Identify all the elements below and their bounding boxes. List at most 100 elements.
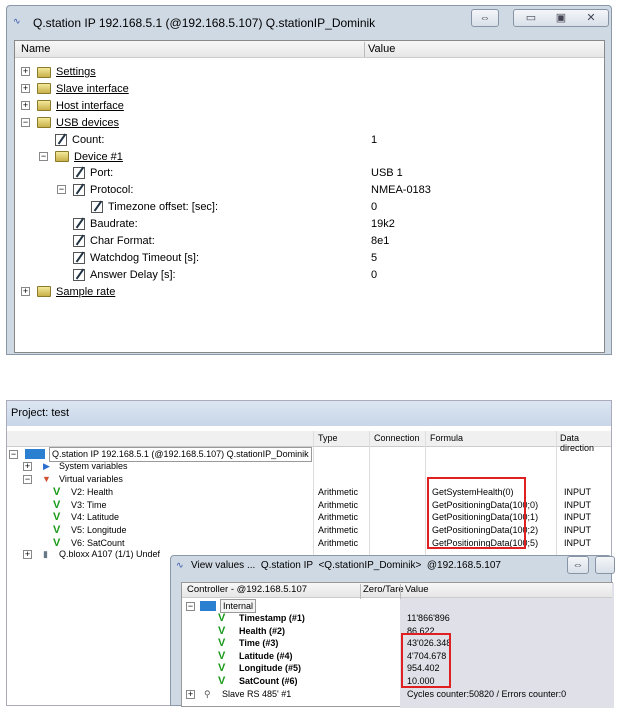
row-label[interactable]: Host interface [56,100,124,112]
row-value: 8e1 [371,235,390,247]
row-label: Count: [72,133,105,146]
project-header: Type Connection Formula Data direction [7,431,611,453]
close-button[interactable]: ✕ [576,10,606,26]
folder-icon [37,100,51,112]
expand-icon[interactable]: + [21,83,30,93]
expand-icon[interactable]: + [21,286,30,296]
row-label: Answer Delay [s]: [90,268,176,281]
tree-row-baudrate[interactable]: Baudrate: 19k2 [15,216,604,232]
header-zero-tare[interactable]: Zero/Tare [363,584,404,595]
row-value: USB 1 [371,167,403,180]
tree-row-host-interface[interactable]: + Host interface [15,98,604,114]
property-icon [73,167,85,180]
header-formula[interactable]: Formula [430,433,463,443]
tree-row-device-1[interactable]: − Device #1 [15,149,604,165]
header-data-direction[interactable]: Data direction [560,433,611,453]
property-icon [55,133,67,146]
module-icon: ▮ [43,549,48,559]
tree-row-slave[interactable]: + ⚲ Slave RS 485' #1 Cycles counter:50820 /… [186,686,612,702]
row-label: Protocol: [90,184,134,197]
header-type[interactable]: Type [318,433,338,443]
dock-button[interactable]: ⇔ [567,556,589,574]
expand-icon[interactable]: + [186,690,195,699]
values-title: View values ... Q.station IP <Q.stationI… [191,560,501,571]
tree-row-port[interactable]: Port: USB 1 [15,165,604,181]
row-value: 1 [371,133,378,146]
device-icon [25,449,45,459]
tree-row-settings[interactable]: + Settings [15,64,604,80]
row-label: Port: [90,167,114,180]
tree-row-sample-rate[interactable]: + Sample rate [15,284,604,300]
folder-icon [55,151,69,163]
dock-button[interactable]: ⇔ [471,9,499,27]
row-value: NMEA-0183 [371,184,431,197]
maximize-button[interactable]: ▣ [546,10,576,26]
app-icon: ∿ [13,16,21,26]
row-label: Char Format: [90,235,155,247]
values-tree: Controller - @192.168.5.107 Zero/Tare Va… [181,582,614,708]
app-icon: ∿ [176,560,184,570]
minimize-button[interactable]: ▭ [516,10,546,26]
device-label: Q.bloxx A107 (1/1) Undef [59,549,161,559]
folder-icon [37,117,51,129]
expand-icon[interactable]: + [23,550,32,559]
property-icon [73,268,85,281]
header-controller[interactable]: Controller - @192.168.5.107 [187,584,307,595]
collapse-icon[interactable]: − [9,450,18,459]
header-value[interactable]: Value [368,43,395,55]
tree-row-slave-interface[interactable]: + Slave interface [15,81,604,97]
collapse-icon[interactable]: − [39,151,48,161]
tree-row-watchdog-timeout-s[interactable]: Watchdog Timeout [s]: 5 [15,250,604,266]
tree-row-answer-delay-s[interactable]: Answer Delay [s]: 0 [15,267,604,283]
property-icon [73,184,85,197]
tree-row-timezone-offset-sec[interactable]: Timezone offset: [sec]: 0 [15,199,604,215]
value-highlight [401,633,451,688]
minimize-button[interactable] [595,556,615,574]
row-label[interactable]: Slave interface [56,83,129,95]
row-value: 0 [371,201,378,214]
row-label[interactable]: Settings [56,66,96,78]
collapse-icon[interactable]: − [23,475,32,484]
slave-status: Cycles counter:50820 / Errors counter:0 [407,689,567,699]
row-label: Baudrate: [90,218,138,231]
row-label[interactable]: USB devices [56,117,119,129]
property-tree: Name Value + Settings + Slave interface + Hos… [14,40,605,353]
slave-label: Slave RS 485' #1 [222,689,292,699]
property-icon [91,201,103,214]
collapse-icon[interactable]: − [21,117,30,127]
slave-icon: ⚲ [204,689,211,699]
row-label[interactable]: Device #1 [74,151,123,163]
row-label[interactable]: Sample rate [56,286,115,298]
project-title: Project: test [11,407,70,419]
values-window: ∿ View values ... Q.station IP <Q.statio… [170,555,615,708]
folder-icon [37,83,51,95]
tree-header: Name Value [15,41,604,58]
tree-row-char-format[interactable]: Char Format: 8e1 [15,233,604,249]
expand-icon[interactable]: + [21,100,30,110]
header-name[interactable]: Name [21,43,50,55]
window-controls: ▭ ▣ ✕ [513,9,609,27]
property-icon [73,235,85,248]
window-title: Q.station IP 192.168.5.1 (@192.168.5.107… [33,16,376,30]
project-titlebar: Project: test [7,401,611,426]
row-label: Watchdog Timeout [s]: [90,251,200,264]
variable-direction: INPUT [564,537,591,548]
tree-row-count[interactable]: Count: 1 [15,132,604,148]
formula-highlight [427,477,526,549]
expand-icon[interactable]: + [21,67,30,76]
header-value[interactable]: Value [405,584,429,595]
row-value: 19k2 [371,218,395,231]
property-icon [73,218,85,231]
row-value: 0 [371,268,378,281]
expand-icon[interactable]: + [23,462,32,471]
header-connection[interactable]: Connection [374,433,420,443]
values-header: Controller - @192.168.5.107 Zero/Tare Va… [182,583,612,599]
config-window: ∿ Q.station IP 192.168.5.1 (@192.168.5.1… [6,5,612,355]
tree-row-protocol[interactable]: − Protocol: NMEA-0183 [15,182,604,198]
collapse-icon[interactable]: − [57,185,66,195]
tree-row-usb-devices[interactable]: − USB devices [15,115,604,131]
row-value: 5 [371,251,378,264]
variable-type: Arithmetic [318,537,359,548]
folder-icon [37,286,51,298]
row-label: Timezone offset: [sec]: [108,201,219,214]
